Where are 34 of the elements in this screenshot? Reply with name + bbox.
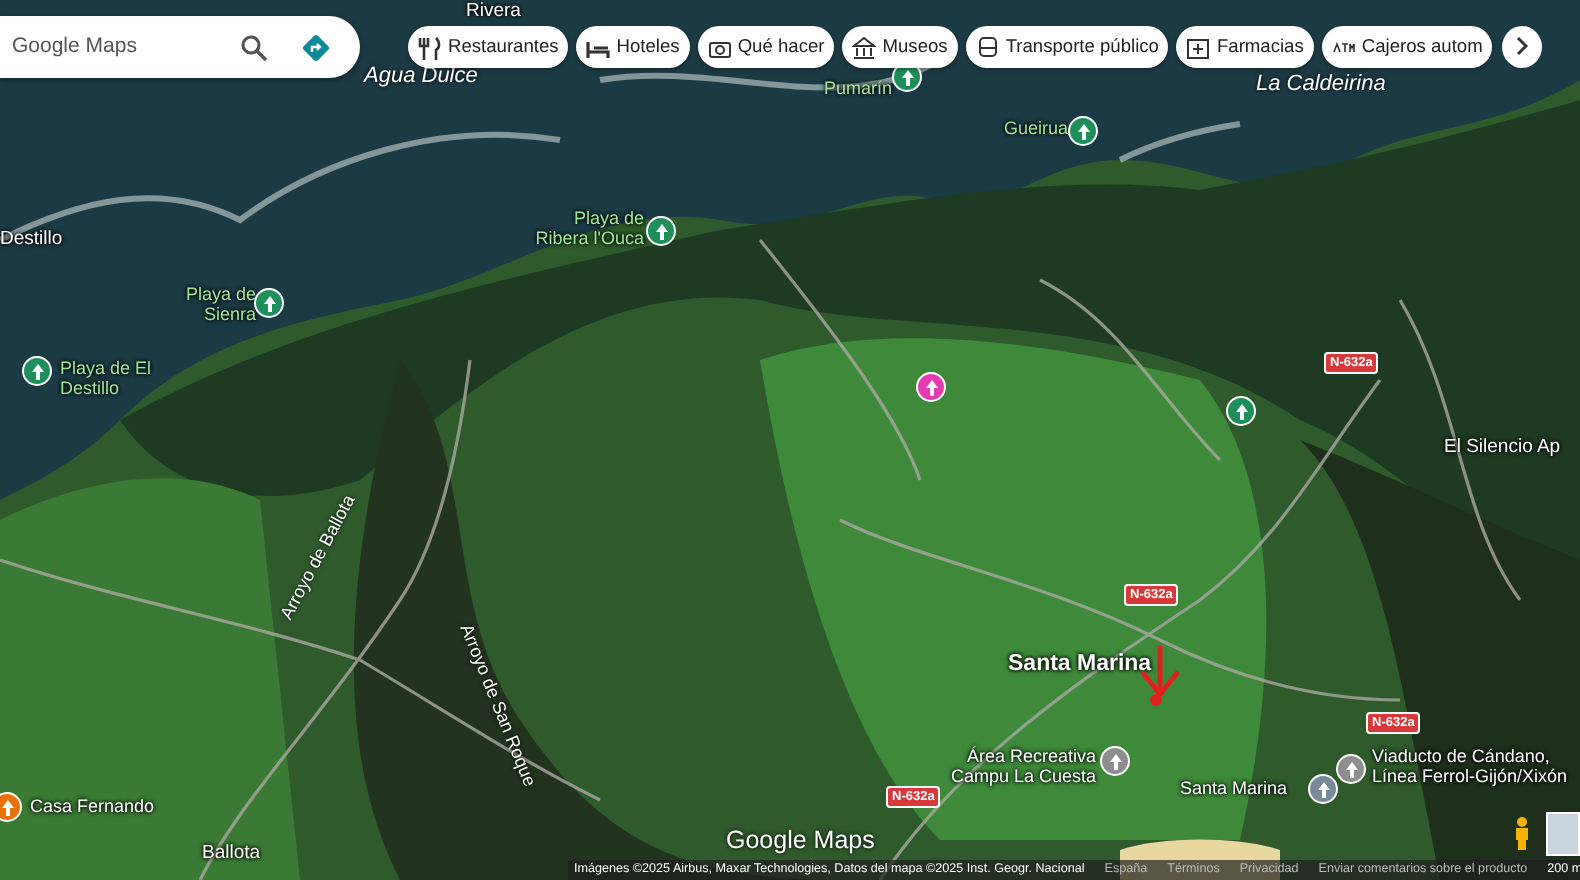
category-chip[interactable]: Hoteles — [576, 26, 690, 68]
layers-thumbnail[interactable] — [1546, 812, 1580, 856]
building-icon — [852, 35, 877, 59]
person-icon[interactable] — [1512, 816, 1532, 852]
category-chip[interactable]: Museos — [842, 26, 958, 68]
search-bar[interactable]: Google Maps — [0, 16, 360, 78]
cross-icon — [1186, 35, 1211, 59]
map-logo: Google Maps — [726, 824, 875, 858]
category-chip[interactable]: Cajeros autom — [1321, 26, 1493, 68]
search-field[interactable]: Google Maps — [8, 29, 228, 65]
place-label: Área Recreativa Campu La Cuesta — [948, 748, 1096, 788]
place-label: Rivera — [466, 2, 521, 23]
place-label: Viaducto de Cándano, Línea Ferrol-Gijón/Xixón — [1372, 748, 1570, 788]
place-label: Playa de Sienra — [183, 286, 256, 326]
category-chip[interactable]: Transporte público — [965, 26, 1169, 68]
place-label: Playa de Ribera l'Ouca — [533, 210, 644, 250]
fork-knife-icon — [418, 35, 442, 59]
place-label: Ballota — [202, 844, 261, 865]
place-label: Gueirua — [1004, 120, 1071, 140]
chevron-right-icon — [1514, 36, 1530, 57]
search-icon[interactable] — [240, 33, 268, 61]
place-label: Agua Dulce — [364, 64, 478, 89]
category-chip[interactable]: Qué hacer — [697, 26, 835, 68]
place-label: Casa Fernando — [30, 798, 157, 818]
place-label: Playa de El Destillo — [60, 360, 154, 400]
category-chip[interactable]: Restaurantes — [408, 26, 569, 68]
stream-label: Arroyo de San Roque — [454, 621, 539, 790]
place-label: Destillo — [0, 230, 63, 251]
place-label: La Caldeirina — [1256, 72, 1386, 97]
category-chip[interactable]: Farmacias — [1176, 26, 1314, 68]
place-label: Santa Marina — [1008, 652, 1152, 678]
place-label: Santa Marina — [1180, 780, 1290, 800]
place-label: El Silencio Ap — [1444, 438, 1561, 459]
place-label: Pumarín — [824, 80, 895, 100]
